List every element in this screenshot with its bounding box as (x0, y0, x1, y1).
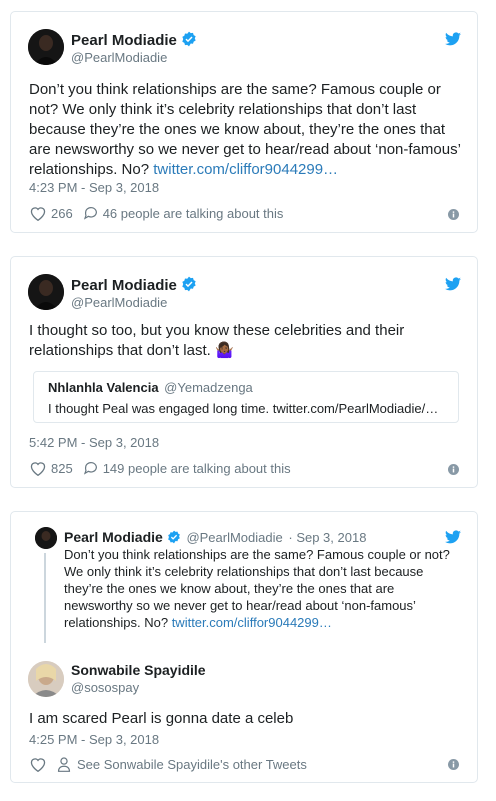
heart-icon (30, 462, 46, 476)
tweet-link[interactable]: twitter.com/cliffor9044299… (153, 161, 338, 178)
tweet-card-1[interactable]: Pearl Modiadie @PearlModiadie Don’t you … (10, 11, 478, 233)
parent-link[interactable]: twitter.com/cliffor9044299… (172, 615, 332, 630)
tweet-card-2[interactable]: Pearl Modiadie @PearlModiadie I thought … (10, 256, 478, 488)
quoted-tweet[interactable]: Nhlanhla Valencia @Yemadzenga I thought … (33, 371, 459, 423)
tweet-timestamp[interactable]: 4:23 PM - Sep 3, 2018 (29, 180, 159, 195)
like-count: 266 (51, 205, 73, 221)
verified-badge-icon (182, 31, 196, 47)
tweet-timestamp[interactable]: 5:42 PM - Sep 3, 2018 (29, 435, 159, 450)
author-name[interactable]: Sonwabile Spayidile (71, 662, 206, 678)
twitter-bird-icon[interactable] (445, 32, 461, 46)
info-icon[interactable] (448, 464, 459, 475)
author-handle[interactable]: @sosospay (71, 680, 139, 695)
reply-count: 149 people are talking about this (102, 460, 291, 476)
author-handle[interactable]: @PearlModiadie (71, 50, 167, 65)
reply-count: 46 people are talking about this (102, 205, 284, 221)
avatar[interactable] (28, 29, 64, 65)
twitter-bird-icon[interactable] (445, 530, 461, 544)
reply-button[interactable]: 46 people are talking about this (83, 205, 284, 221)
reply-bubble-icon (83, 207, 97, 220)
person-icon (57, 756, 71, 772)
like-count: 825 (51, 460, 73, 476)
tweet-actions: 266 46 people are talking about this (29, 205, 283, 221)
info-icon[interactable] (448, 209, 459, 220)
avatar[interactable] (28, 274, 64, 310)
parent-author[interactable]: Pearl Modiadie @PearlModiadie · Sep 3, 2… (64, 529, 366, 545)
avatar[interactable] (28, 661, 64, 697)
tweet-actions: 825 149 people are talking about this (29, 460, 291, 476)
reply-button[interactable]: 149 people are talking about this (83, 460, 291, 476)
quoted-text: I thought Peal was engaged long time. tw… (48, 401, 439, 416)
author-handle[interactable]: @PearlModiadie (71, 295, 167, 310)
heart-icon (30, 758, 46, 772)
like-button[interactable] (29, 756, 47, 772)
verified-badge-icon (182, 276, 196, 292)
other-tweets-link[interactable]: See Sonwabile Spayidile's other Tweets (57, 757, 307, 772)
tweet-timestamp[interactable]: 4:25 PM - Sep 3, 2018 (29, 732, 159, 747)
parent-avatar[interactable] (35, 527, 57, 549)
tweet-actions: See Sonwabile Spayidile's other Tweets (29, 756, 307, 772)
heart-icon (30, 207, 46, 221)
tweet-text: I am scared Pearl is gonna date a celeb (29, 710, 294, 727)
tweet-card-3[interactable]: Pearl Modiadie @PearlModiadie · Sep 3, 2… (10, 511, 478, 783)
author-name[interactable]: Pearl Modiadie (71, 31, 197, 49)
thread-line (44, 553, 46, 643)
reply-bubble-icon (83, 462, 97, 475)
like-button[interactable]: 825 (29, 460, 73, 476)
tweet-text: I thought so too, but you know these cel… (29, 321, 429, 361)
verified-badge-icon (167, 530, 180, 544)
author-name[interactable]: Pearl Modiadie (71, 276, 197, 294)
shrug-emoji: 🤷🏾‍♀️ (214, 342, 234, 359)
twitter-bird-icon[interactable] (445, 277, 461, 291)
parent-text: Don’t you think relationships are the sa… (64, 547, 450, 630)
quoted-author: Nhlanhla Valencia @Yemadzenga (48, 380, 253, 395)
tweet-text: Don’t you think relationships are the sa… (29, 80, 461, 180)
info-icon[interactable] (448, 759, 459, 770)
like-button[interactable]: 266 (29, 205, 73, 221)
